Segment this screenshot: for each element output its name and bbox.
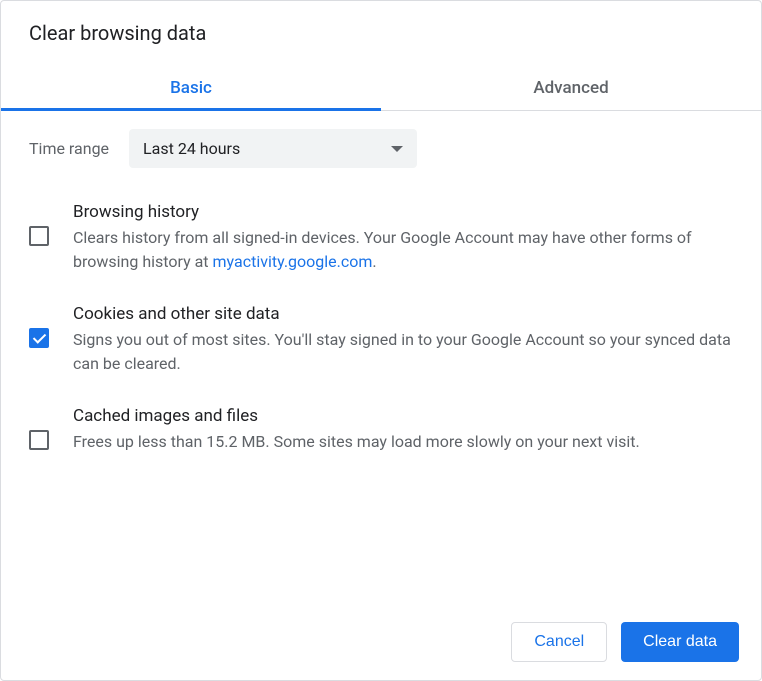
dialog-content: Time range Last 24 hours Browsing histor… [1, 111, 761, 604]
option-cached: Cached images and files Frees up less th… [29, 406, 733, 454]
checkbox-browsing-history[interactable] [29, 226, 49, 246]
time-range-selected: Last 24 hours [143, 139, 240, 158]
myactivity-link[interactable]: myactivity.google.com [213, 252, 373, 271]
option-desc: Frees up less than 15.2 MB. Some sites m… [73, 430, 733, 454]
option-desc: Clears history from all signed-in device… [73, 226, 733, 274]
time-range-label: Time range [29, 139, 109, 158]
checkbox-cached[interactable] [29, 430, 49, 450]
dialog-footer: Cancel Clear data [1, 604, 761, 680]
option-desc: Signs you out of most sites. You'll stay… [73, 328, 733, 376]
option-text: Cached images and files Frees up less th… [73, 406, 733, 454]
dialog-title: Clear browsing data [1, 3, 761, 67]
option-desc-text: . [372, 252, 376, 271]
time-range-row: Time range Last 24 hours [29, 129, 733, 168]
time-range-dropdown[interactable]: Last 24 hours [129, 129, 417, 168]
option-title: Cookies and other site data [73, 304, 733, 324]
option-text: Cookies and other site data Signs you ou… [73, 304, 733, 376]
chevron-down-icon [391, 146, 403, 152]
tabs: Basic Advanced [1, 67, 761, 111]
clear-data-button[interactable]: Clear data [621, 622, 739, 662]
option-title: Browsing history [73, 202, 733, 222]
cancel-button[interactable]: Cancel [511, 622, 607, 662]
tab-advanced[interactable]: Advanced [381, 67, 761, 110]
option-browsing-history: Browsing history Clears history from all… [29, 202, 733, 274]
checkbox-cookies[interactable] [29, 328, 49, 348]
option-desc-text: Clears history from all signed-in device… [73, 228, 692, 271]
option-title: Cached images and files [73, 406, 733, 426]
clear-browsing-data-dialog: Clear browsing data Basic Advanced Time … [0, 0, 762, 681]
tab-basic[interactable]: Basic [1, 67, 381, 110]
option-text: Browsing history Clears history from all… [73, 202, 733, 274]
option-cookies: Cookies and other site data Signs you ou… [29, 304, 733, 376]
